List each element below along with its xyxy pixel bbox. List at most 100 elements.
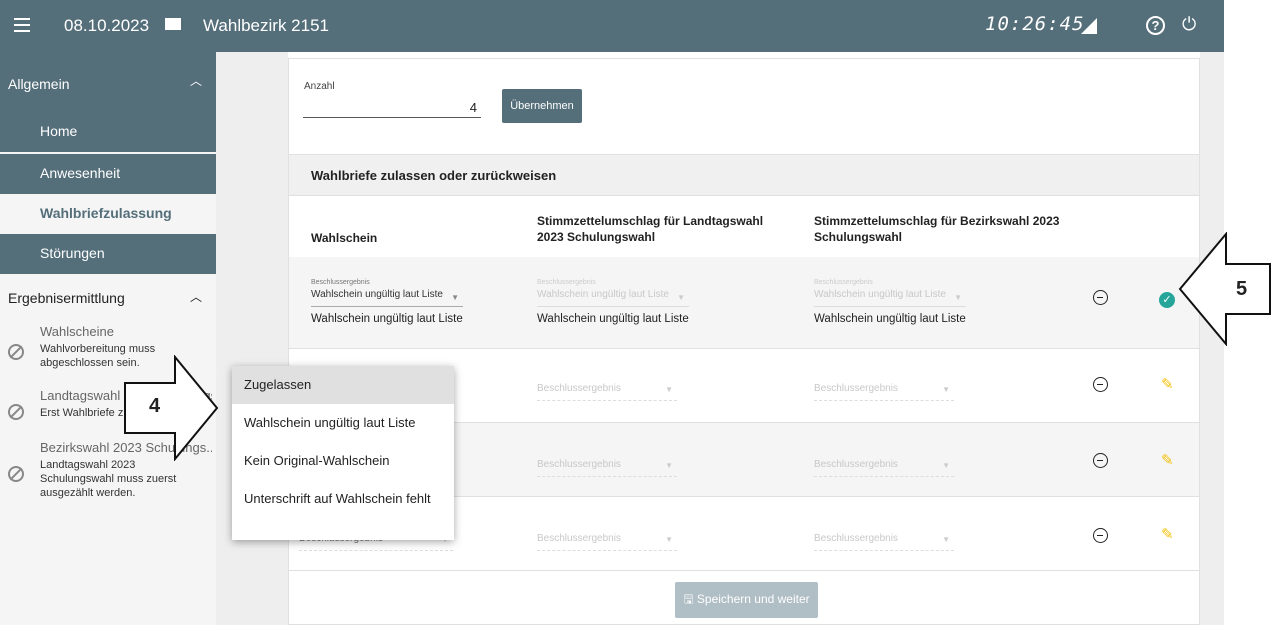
anzahl-input[interactable]: 4	[303, 96, 481, 118]
edit-icon[interactable]: ✎	[1161, 451, 1174, 469]
signal-icon	[1081, 18, 1097, 34]
beschluss-select: Wahlschein ungültig laut Liste ▼	[537, 289, 689, 307]
chevron-up-icon: ︿	[190, 74, 203, 88]
sidebar-section-ergebnis[interactable]: Ergebnisermittlung ︿	[0, 274, 216, 318]
clock: 10:26:45	[985, 13, 1085, 35]
sidebar-item-label: Anwesenheit	[40, 165, 121, 181]
field-label: Beschlussergebnis	[311, 279, 370, 286]
remove-icon[interactable]	[1093, 528, 1108, 543]
landtagswahl-cell: Beschlussergebnis ▼	[537, 455, 677, 477]
beschluss-select: Beschlussergebnis ▼	[537, 529, 677, 551]
blocked-icon	[8, 344, 24, 360]
anzahl-label: Anzahl	[304, 81, 335, 92]
section-title: Ergebnisermittlung	[8, 290, 125, 306]
beschluss-dropdown-menu: Zugelassen Wahlschein ungültig laut List…	[232, 366, 454, 540]
subitem-title: Wahlscheine	[40, 324, 114, 339]
sidebar-item-home[interactable]: Home	[0, 112, 216, 152]
section-title: Allgemein	[8, 76, 70, 92]
beschluss-select[interactable]: Wahlschein ungültig laut Liste ▼	[311, 289, 463, 307]
row-value: Wahlschein ungültig laut Liste	[311, 313, 463, 325]
save-label: Speichern und weiter	[696, 591, 810, 606]
beschluss-select: Beschlussergebnis ▼	[814, 529, 954, 551]
top-bar: 08.10.2023 Wahlbezirk 2151 10:26:45 ? ⏻	[0, 0, 1224, 52]
bezirkswahl-cell: Beschlussergebnis ▼	[814, 529, 954, 551]
sidebar-item-label: Störungen	[40, 245, 105, 261]
edit-icon[interactable]: ✎	[1161, 525, 1174, 543]
field-label: Beschlussergebnis	[814, 279, 873, 286]
column-header-landtagswahl: Stimmzettelumschlag für Landtagswahl 202…	[537, 214, 764, 244]
subitem-desc: Landtagswahl 2023 Schulungswahl muss zue…	[40, 459, 177, 499]
mail-icon[interactable]	[165, 18, 181, 30]
dropdown-arrow-icon: ▼	[665, 385, 673, 394]
callout-number: 4	[149, 395, 161, 417]
placeholder-text: Beschlussergebnis	[537, 533, 621, 544]
sidebar-item-label: Wahlbriefzulassung	[40, 205, 172, 221]
bezirkswahl-cell: Beschlussergebnis Wahlschein ungültig la…	[814, 279, 966, 325]
check-icon[interactable]: ✓	[1159, 292, 1175, 308]
beschluss-select: Beschlussergebnis ▼	[814, 379, 954, 401]
dropdown-arrow-icon: ▼	[942, 385, 950, 394]
blocked-icon	[8, 404, 24, 420]
select-value: Wahlschein ungültig laut Liste	[311, 289, 443, 300]
beschluss-select: Beschlussergebnis ▼	[814, 455, 954, 477]
dropdown-arrow-icon: ▼	[942, 535, 950, 544]
dropdown-option-zugelassen[interactable]: Zugelassen	[232, 366, 454, 404]
dropdown-arrow-icon: ▼	[954, 293, 962, 302]
dropdown-arrow-icon: ▼	[677, 293, 685, 302]
callout-number: 5	[1236, 278, 1248, 300]
sidebar-item-stoerungen[interactable]: Störungen	[0, 234, 216, 274]
remove-icon[interactable]	[1093, 290, 1108, 305]
arrow-right-icon	[124, 354, 219, 462]
menu-icon[interactable]	[12, 14, 32, 36]
placeholder-text: Beschlussergebnis	[814, 533, 898, 544]
save-and-next-button[interactable]: 🖫 Speichern und weiter	[675, 582, 818, 618]
placeholder-text: Beschlussergebnis	[537, 459, 621, 470]
remove-icon[interactable]	[1093, 453, 1108, 468]
election-date: 08.10.2023	[64, 16, 150, 35]
dropdown-arrow-icon: ▼	[665, 461, 673, 470]
landtagswahl-cell: Beschlussergebnis Wahlschein ungültig la…	[537, 279, 689, 325]
dropdown-option-unterschrift-fehlt[interactable]: Unterschrift auf Wahlschein fehlt	[232, 480, 454, 518]
beschluss-select: Beschlussergebnis ▼	[537, 379, 677, 401]
table-section-header: Wahlbriefe zulassen oder zurückweisen	[289, 154, 1199, 196]
dropdown-option-ungueltig[interactable]: Wahlschein ungültig laut Liste	[232, 404, 454, 442]
table-row: Beschlussergebnis Wahlschein ungültig la…	[289, 257, 1199, 349]
dropdown-option-kein-original[interactable]: Kein Original-Wahlschein	[232, 442, 454, 480]
bezirkswahl-cell: Beschlussergebnis ▼	[814, 455, 954, 477]
sidebar-item-wahlbriefzulassung[interactable]: Wahlbriefzulassung	[0, 194, 216, 234]
placeholder-text: Beschlussergebnis	[814, 383, 898, 394]
select-value: Wahlschein ungültig laut Liste	[537, 289, 669, 300]
sidebar: Allgemein ︿ Home Anwesenheit Wahlbriefzu…	[0, 52, 216, 625]
wahlschein-cell: Beschlussergebnis Wahlschein ungültig la…	[311, 279, 463, 325]
bezirkswahl-cell: Beschlussergebnis ▼	[814, 379, 954, 401]
field-label: Beschlussergebnis	[537, 279, 596, 286]
column-header-wahlschein: Wahlschein	[311, 231, 378, 245]
column-header-bezirkswahl: Stimmzettelumschlag für Bezirkswahl 2023…	[814, 214, 1060, 244]
callout-arrow-5: 5	[1178, 231, 1272, 347]
row-value: Wahlschein ungültig laut Liste	[814, 313, 966, 325]
dropdown-arrow-icon: ▼	[451, 293, 459, 302]
save-icon: 🖫	[683, 591, 697, 606]
section-title: Wahlbriefe zulassen oder zurückweisen	[311, 168, 557, 183]
district-name: Wahlbezirk 2151	[203, 16, 329, 35]
landtagswahl-cell: Beschlussergebnis ▼	[537, 379, 677, 401]
beschluss-select: Beschlussergebnis ▼	[537, 455, 677, 477]
edit-icon[interactable]: ✎	[1161, 375, 1174, 393]
row-value: Wahlschein ungültig laut Liste	[537, 313, 689, 325]
sidebar-section-allgemein[interactable]: Allgemein ︿	[0, 52, 216, 112]
dropdown-arrow-icon: ▼	[942, 461, 950, 470]
sidebar-item-label: Home	[40, 123, 78, 139]
remove-icon[interactable]	[1093, 377, 1108, 392]
beschluss-select: Wahlschein ungültig laut Liste ▼	[814, 289, 966, 307]
chevron-up-icon: ︿	[190, 290, 203, 304]
arrow-left-icon	[1178, 231, 1271, 347]
help-icon[interactable]: ?	[1146, 16, 1165, 35]
app-root: 08.10.2023 Wahlbezirk 2151 10:26:45 ? ⏻ …	[0, 0, 1274, 625]
power-icon[interactable]: ⏻	[1182, 14, 1196, 35]
select-value: Wahlschein ungültig laut Liste	[814, 289, 946, 300]
sidebar-item-anwesenheit[interactable]: Anwesenheit	[0, 154, 216, 194]
blocked-icon	[8, 466, 24, 482]
uebernehmen-button[interactable]: Übernehmen	[502, 89, 582, 123]
dropdown-arrow-icon: ▼	[665, 535, 673, 544]
landtagswahl-cell: Beschlussergebnis ▼	[537, 529, 677, 551]
